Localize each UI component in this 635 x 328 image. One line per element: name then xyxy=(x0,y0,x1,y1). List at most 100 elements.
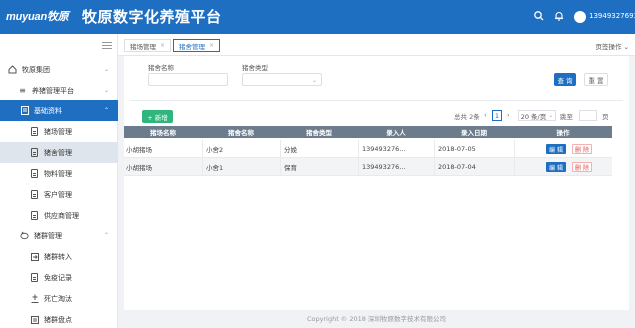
footer-copyright: Copyright © 2018 深圳牧原数字技术有限公司 xyxy=(306,315,446,323)
delete-button[interactable]: 删 除 xyxy=(572,144,592,154)
close-icon[interactable]: × xyxy=(160,42,165,49)
sidebar-item-pig-platform[interactable]: ≡ 养猪管理平台 ⌄ xyxy=(0,80,118,101)
doc-icon xyxy=(30,190,39,199)
pager-total: 总共 2条 xyxy=(454,113,480,121)
reset-button[interactable]: 重 置 xyxy=(584,73,608,86)
sidebar-item-group[interactable]: 牧原集团 ⌄ xyxy=(0,59,118,80)
pager-next-button[interactable]: › xyxy=(507,111,510,119)
sidebar-item-label: 养猪管理平台 xyxy=(32,86,74,95)
column-header: 猪舍名称 xyxy=(228,129,254,137)
page-size-value: 20 条/页 xyxy=(520,112,547,121)
sidebar-item-label: 客户管理 xyxy=(44,190,72,199)
sidebar-item-label: 基础资料 xyxy=(34,106,62,115)
death-icon xyxy=(30,294,39,303)
pager-jump-input[interactable] xyxy=(579,110,597,121)
column-header: 录入日期 xyxy=(461,129,487,137)
chevron-down-icon: ⌄ xyxy=(103,66,109,73)
sidebar-item-herd[interactable]: 猪群管理 ⌃ xyxy=(0,225,118,246)
doc-icon xyxy=(30,169,39,178)
cell-type: 保育 xyxy=(284,163,297,172)
tab-farm[interactable]: 猪场管理 × xyxy=(124,39,172,52)
cell-entered-by: 139493276... xyxy=(362,144,406,153)
page-size-select[interactable]: 20 条/页 ⌄ xyxy=(518,110,556,121)
chevron-down-icon: ⌄ xyxy=(103,87,109,94)
bell-icon[interactable] xyxy=(553,10,565,22)
tab-label: 猪舍管理 xyxy=(179,42,205,51)
sidebar-item-customer[interactable]: 客户管理 xyxy=(0,184,118,205)
pigpen-name-label: 猪舍名称 xyxy=(148,64,174,72)
sidebar-item-count[interactable]: 猪群盘点 xyxy=(0,309,118,328)
sidebar-item-basic-data[interactable]: 基础资料 ⌃ xyxy=(0,100,118,121)
top-header: muyuan牧原 牧原数字化养殖平台 13949327693 xyxy=(0,0,635,34)
cell-farm: 小胡猪场 xyxy=(126,145,152,154)
doc-icon xyxy=(30,127,39,136)
sidebar-item-label: 猪舍管理 xyxy=(44,148,72,157)
divider xyxy=(130,100,623,101)
company-logo: muyuan牧原 xyxy=(6,11,69,23)
query-button[interactable]: 查 询 xyxy=(554,73,576,86)
cell-type: 分娩 xyxy=(284,145,297,154)
chevron-down-icon: ⌄ xyxy=(548,112,554,119)
delete-button[interactable]: 删 除 xyxy=(572,162,592,172)
pigpen-type-label: 猪舍类型 xyxy=(242,64,268,72)
book-icon xyxy=(20,106,29,115)
page-ops-label: 页签操作 xyxy=(595,43,622,51)
sidebar-item-death[interactable]: 死亡淘汰 xyxy=(0,288,118,309)
chevron-down-icon: ⌄ xyxy=(311,77,317,84)
doc-icon xyxy=(30,148,39,157)
pager-jump-label: 跳至 xyxy=(560,113,573,121)
close-icon[interactable]: × xyxy=(209,42,214,49)
avatar[interactable] xyxy=(574,11,586,23)
column-header: 操作 xyxy=(556,129,570,137)
count-icon xyxy=(30,315,39,324)
sidebar-item-immune[interactable]: 免疫记录 xyxy=(0,267,118,288)
sidebar-item-label: 供应商管理 xyxy=(44,211,79,220)
doc-icon xyxy=(30,211,39,220)
table-row[interactable]: 小胡猪场 小舍2 分娩 139493276... 2018-07-05 编 辑 … xyxy=(124,140,612,158)
page-ops-dropdown[interactable]: 页签操作 ⌄ xyxy=(595,41,629,51)
cell-date: 2018-07-04 xyxy=(438,162,476,171)
cell-pigpen: 小舍2 xyxy=(206,145,224,154)
search-icon[interactable] xyxy=(533,10,545,22)
chevron-up-icon: ⌃ xyxy=(103,232,109,239)
chevron-up-icon: ⌃ xyxy=(103,107,109,114)
edit-button[interactable]: 编 辑 xyxy=(546,144,566,154)
tab-label: 猪场管理 xyxy=(130,42,156,51)
add-button[interactable]: + 新增 xyxy=(142,110,173,123)
cell-date: 2018-07-05 xyxy=(438,144,476,153)
table-row[interactable]: 小胡猪场 小舍1 保育 139493276... 2018-07-04 编 辑 … xyxy=(124,158,612,176)
sidebar-item-supplier[interactable]: 供应商管理 xyxy=(0,205,118,226)
sidebar-item-material[interactable]: 物料管理 xyxy=(0,163,118,184)
sidebar: 牧原集团 ⌄ ≡ 养猪管理平台 ⌄ 基础资料 ⌃ 猪场管理 猪舍管理 物料管理 … xyxy=(0,34,118,328)
sidebar-item-label: 猪群盘点 xyxy=(44,315,72,324)
edit-button[interactable]: 编 辑 xyxy=(546,162,566,172)
pager-current-page[interactable]: 1 xyxy=(492,110,502,121)
sidebar-item-farm[interactable]: 猪场管理 xyxy=(0,121,118,142)
sidebar-item-label: 物料管理 xyxy=(44,169,72,178)
transfer-icon xyxy=(30,252,39,261)
record-icon xyxy=(30,273,39,282)
platform-title: 牧原数字化养殖平台 xyxy=(82,8,222,26)
cell-entered-by: 139493276... xyxy=(362,162,406,171)
pager-page-unit: 页 xyxy=(602,113,609,121)
sidebar-item-label: 猪群转入 xyxy=(44,252,72,261)
sidebar-item-label: 死亡淘汰 xyxy=(44,294,72,303)
pigpen-name-input[interactable] xyxy=(148,73,228,86)
main-content: 猪舍名称 猪舍类型 ⌄ 查 询 重 置 + 新增 总共 2条 ‹ 1 › 20 … xyxy=(124,56,629,310)
sidebar-item-herd-in[interactable]: 猪群转入 xyxy=(0,246,118,267)
home-icon xyxy=(8,65,17,74)
pager-prev-button[interactable]: ‹ xyxy=(484,111,487,119)
menu-icon: ≡ xyxy=(19,86,26,95)
pigpen-type-select[interactable]: ⌄ xyxy=(242,73,322,86)
user-phone[interactable]: 13949327693 xyxy=(589,12,635,20)
column-header: 猪舍类型 xyxy=(306,129,332,137)
table-header: 猪场名称 猪舍名称 猪舍类型 录入人 录入日期 操作 xyxy=(124,126,612,138)
chevron-down-icon: ⌄ xyxy=(623,43,629,51)
cell-farm: 小胡猪场 xyxy=(126,163,152,172)
pig-icon xyxy=(20,231,29,240)
tab-pigpen[interactable]: 猪舍管理 × xyxy=(173,39,221,52)
sidebar-item-pigpen[interactable]: 猪舍管理 xyxy=(0,142,118,163)
sidebar-item-label: 猪场管理 xyxy=(44,127,72,136)
sidebar-toggle-icon[interactable] xyxy=(102,42,112,50)
sidebar-item-label: 牧原集团 xyxy=(22,65,50,74)
